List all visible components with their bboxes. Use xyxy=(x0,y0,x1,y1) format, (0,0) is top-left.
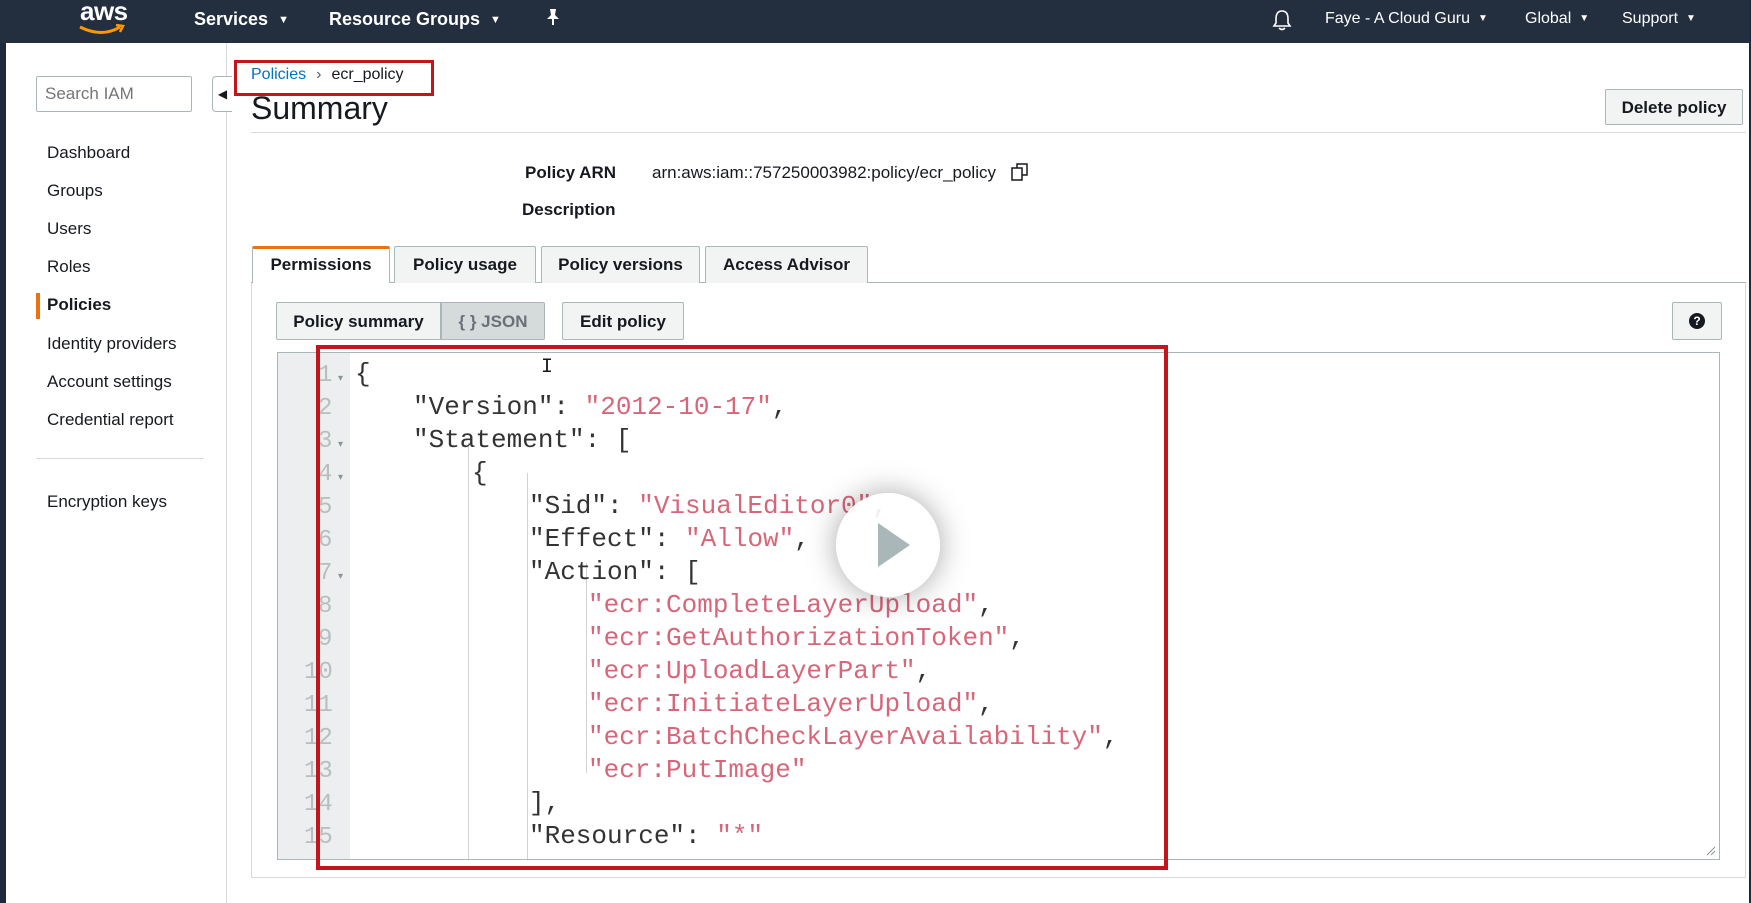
aws-logo-text: aws xyxy=(80,0,128,26)
sidebar-item-account-settings[interactable]: Account settings xyxy=(47,372,172,392)
resize-grip-icon[interactable] xyxy=(1706,846,1716,856)
pin-icon[interactable] xyxy=(545,8,561,31)
play-icon xyxy=(878,523,910,567)
sidebar-item-users[interactable]: Users xyxy=(47,219,91,239)
chevron-right-icon: › xyxy=(316,66,322,83)
resource-groups-menu[interactable]: Resource Groups ▼ xyxy=(329,9,501,30)
breadcrumb-policies-link[interactable]: Policies xyxy=(251,66,306,83)
sidebar-divider xyxy=(36,458,204,459)
text-cursor-icon: I xyxy=(541,356,554,379)
sidebar-active-indicator xyxy=(36,293,40,319)
tab-policy-versions[interactable]: Policy versions xyxy=(541,246,700,283)
search-iam-input[interactable] xyxy=(36,76,192,112)
region-label: Global xyxy=(1525,10,1572,27)
sidebar-collapse-button[interactable]: ◀ xyxy=(212,76,232,112)
json-button[interactable]: { } JSON xyxy=(441,302,545,340)
region-menu[interactable]: Global ▼ xyxy=(1525,10,1589,28)
play-button[interactable] xyxy=(836,493,940,597)
copy-icon[interactable] xyxy=(1010,162,1030,187)
chevron-down-icon: ▼ xyxy=(278,14,289,26)
top-nav: aws Services ▼ Resource Groups ▼ Faye - A … xyxy=(0,0,1751,43)
edit-policy-button[interactable]: Edit policy xyxy=(562,302,684,340)
aws-logo[interactable]: aws xyxy=(78,0,128,40)
sidebar-item-dashboard[interactable]: Dashboard xyxy=(47,143,130,163)
chevron-down-icon: ▼ xyxy=(1477,13,1488,24)
help-button[interactable]: ? xyxy=(1672,302,1722,340)
chevron-down-icon: ▼ xyxy=(1686,13,1696,24)
description-label: Description xyxy=(522,200,616,219)
sidebar-item-credential-report[interactable]: Credential report xyxy=(47,410,174,430)
chevron-down-icon: ▼ xyxy=(490,14,501,26)
account-label: Faye - A Cloud Guru xyxy=(1325,10,1470,27)
sidebar: ◀ Dashboard Groups Users Roles Policies … xyxy=(6,43,232,903)
account-menu[interactable]: Faye - A Cloud Guru ▼ xyxy=(1325,10,1488,28)
aws-smile-icon xyxy=(79,24,125,34)
sidebar-item-groups[interactable]: Groups xyxy=(47,181,103,201)
policy-arn-label: Policy ARN xyxy=(525,163,617,182)
support-menu[interactable]: Support ▼ xyxy=(1622,10,1696,28)
services-label: Services xyxy=(194,9,269,29)
delete-policy-button[interactable]: Delete policy xyxy=(1605,89,1743,125)
breadcrumb: Policies › ecr_policy xyxy=(251,66,404,84)
page-title: Summary xyxy=(251,90,388,126)
support-label: Support xyxy=(1622,10,1679,27)
tab-permissions[interactable]: Permissions xyxy=(252,246,390,284)
breadcrumb-current: ecr_policy xyxy=(331,66,404,83)
policy-summary-button[interactable]: Policy summary xyxy=(276,302,441,340)
sidebar-item-identity-providers[interactable]: Identity providers xyxy=(47,334,176,354)
editor-highlight-box xyxy=(316,345,1168,870)
caret-left-icon: ◀ xyxy=(217,87,228,101)
services-menu[interactable]: Services ▼ xyxy=(194,9,289,30)
tab-access-advisor[interactable]: Access Advisor xyxy=(705,246,868,283)
help-icon: ? xyxy=(1689,313,1705,329)
resource-groups-label: Resource Groups xyxy=(329,9,481,29)
bell-icon[interactable] xyxy=(1272,9,1292,36)
chevron-down-icon: ▼ xyxy=(1579,13,1590,24)
title-divider xyxy=(251,132,1746,133)
sidebar-item-policies[interactable]: Policies xyxy=(47,295,111,315)
sidebar-item-roles[interactable]: Roles xyxy=(47,257,90,277)
sidebar-item-encryption-keys[interactable]: Encryption keys xyxy=(47,492,167,512)
tab-policy-usage[interactable]: Policy usage xyxy=(394,246,536,283)
policy-arn-value: arn:aws:iam::757250003982:policy/ecr_pol… xyxy=(652,163,996,182)
